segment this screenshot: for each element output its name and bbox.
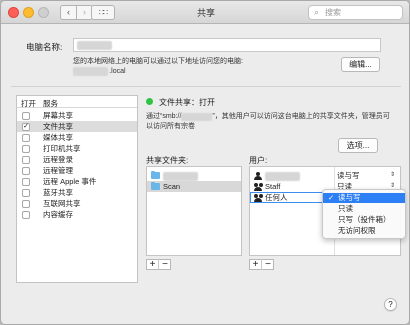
local-suffix: .local xyxy=(109,68,126,75)
options-button[interactable]: 选项... xyxy=(338,138,378,153)
group-icon xyxy=(254,194,263,202)
service-label: 内容缓存 xyxy=(43,210,73,219)
service-row[interactable]: 互联网共享 xyxy=(17,198,137,209)
computer-name-label: 电脑名称: xyxy=(26,42,63,52)
service-row[interactable]: 打印机共享 xyxy=(17,143,137,154)
services-list: 打开 服务 屏幕共享 ✓ 文件共享媒体共享打印机共享远程登录远程管理远程 Apple… xyxy=(16,95,138,283)
service-checkbox[interactable] xyxy=(22,156,30,164)
service-label: 打印机共享 xyxy=(43,144,81,153)
local-address: MacBook .local xyxy=(73,67,126,76)
service-label: 媒体共享 xyxy=(43,133,73,142)
services-header: 打开 服务 xyxy=(17,96,137,108)
service-row[interactable]: 屏幕共享 xyxy=(17,110,137,121)
service-checkbox[interactable] xyxy=(22,189,30,197)
service-label: 互联网共享 xyxy=(43,199,81,208)
shared-folder-row[interactable]: Scan xyxy=(147,181,241,192)
shared-folders-label: 共享文件夹: xyxy=(146,156,189,165)
search-input[interactable] xyxy=(325,7,399,18)
service-row[interactable]: 远程 Apple 事件 xyxy=(17,176,137,187)
service-checkbox[interactable] xyxy=(22,134,30,142)
remove-user-button[interactable]: − xyxy=(262,259,274,270)
computer-name-field[interactable]: MacBook xyxy=(73,38,381,52)
service-checkbox[interactable] xyxy=(22,112,30,120)
shared-folder-row[interactable]: MacBook xyxy=(147,170,241,181)
group-icon xyxy=(254,183,263,191)
service-row[interactable]: ✓ 文件共享 xyxy=(17,121,137,132)
service-checkbox[interactable] xyxy=(22,167,30,175)
add-user-button[interactable]: + xyxy=(250,259,262,270)
status-indicator xyxy=(146,98,153,105)
search-field[interactable]: ⌕ xyxy=(308,5,403,20)
permission-menu-label: 读与写 xyxy=(338,193,361,202)
title-bar: ‹ › ∷∷ 共享 ⌕ xyxy=(1,1,409,24)
folders-add-remove: + − xyxy=(146,259,171,270)
local-address-hint: 您的本地网络上的电脑可以通过以下地址访问您的电脑: xyxy=(73,58,243,65)
folder-name: Scan xyxy=(163,182,181,191)
add-folder-button[interactable]: + xyxy=(147,259,159,270)
computer-name-value: MacBook xyxy=(77,41,113,50)
permission-menu-item[interactable]: 只读 xyxy=(323,204,405,214)
users-add-remove: + − xyxy=(249,259,274,270)
remove-folder-button[interactable]: − xyxy=(159,259,171,270)
user-name: 任何人 xyxy=(265,193,288,202)
service-row[interactable]: 媒体共享 xyxy=(17,132,137,143)
service-label: 蓝牙共享 xyxy=(43,188,73,197)
permission-popup[interactable]: 读与写 ⇕ xyxy=(337,170,397,181)
sharing-preferences-window: ‹ › ∷∷ 共享 ⌕ 电脑名称: MacBook 您的本地网络上的电脑可以通过… xyxy=(0,0,410,325)
service-checkbox[interactable]: ✓ xyxy=(22,123,30,131)
permission-menu: ✓ 读与写 只读 只写（投件箱） 无访问权限 xyxy=(322,189,406,239)
folder-icon xyxy=(151,171,160,179)
search-icon: ⌕ xyxy=(314,7,320,17)
service-row[interactable]: 蓝牙共享 xyxy=(17,187,137,198)
service-row[interactable]: 远程管理 xyxy=(17,165,137,176)
folder-name: MacBook xyxy=(163,172,199,181)
desc-host: MacBook xyxy=(181,113,213,121)
users-label: 用户: xyxy=(249,156,268,165)
service-label: 远程 Apple 事件 xyxy=(43,177,97,186)
shared-folders-list: MacBook Scan xyxy=(146,166,242,256)
status-text: 文件共享：打开 xyxy=(159,98,215,107)
service-label: 文件共享 xyxy=(43,122,73,131)
edit-button[interactable]: 编辑... xyxy=(341,57,380,72)
permission-value: 读与写 xyxy=(337,171,360,180)
column-header-service[interactable]: 服务 xyxy=(43,98,58,109)
service-checkbox[interactable] xyxy=(22,200,30,208)
service-checkbox[interactable] xyxy=(22,145,30,153)
divider xyxy=(11,86,401,87)
user-name: MacBook xyxy=(265,172,301,181)
local-hostname: MacBook xyxy=(73,67,109,76)
folder-icon xyxy=(151,182,160,190)
permission-menu-label: 无访问权限 xyxy=(338,226,376,235)
permission-menu-item[interactable]: 无访问权限 xyxy=(323,226,405,236)
checkmark-icon: ✓ xyxy=(328,193,335,202)
permission-menu-label: 只读 xyxy=(338,204,353,213)
user-name: Staff xyxy=(265,182,281,191)
service-checkbox[interactable] xyxy=(22,178,30,186)
help-button[interactable]: ? xyxy=(384,298,397,311)
service-row[interactable]: 远程登录 xyxy=(17,154,137,165)
column-header-on[interactable]: 打开 xyxy=(21,98,36,109)
sharing-description: 通过“smb://MacBook ”，其他用户可以访问这台电脑上的共享文件夹，管理… xyxy=(146,112,396,132)
permission-menu-item[interactable]: ✓ 读与写 xyxy=(323,193,405,203)
service-checkbox[interactable] xyxy=(22,211,30,219)
desc-prefix: 通过“smb:// xyxy=(146,113,182,120)
user-icon xyxy=(254,172,262,180)
service-label: 远程登录 xyxy=(43,155,73,164)
service-label: 屏幕共享 xyxy=(43,111,73,120)
permission-menu-item[interactable]: 只写（投件箱） xyxy=(323,215,405,225)
service-label: 远程管理 xyxy=(43,166,73,175)
permission-menu-label: 只写（投件箱） xyxy=(338,215,391,224)
user-row[interactable]: MacBook 读与写 ⇕ xyxy=(250,170,400,181)
service-row[interactable]: 内容缓存 xyxy=(17,209,137,220)
updown-arrows-icon: ⇕ xyxy=(389,172,395,178)
